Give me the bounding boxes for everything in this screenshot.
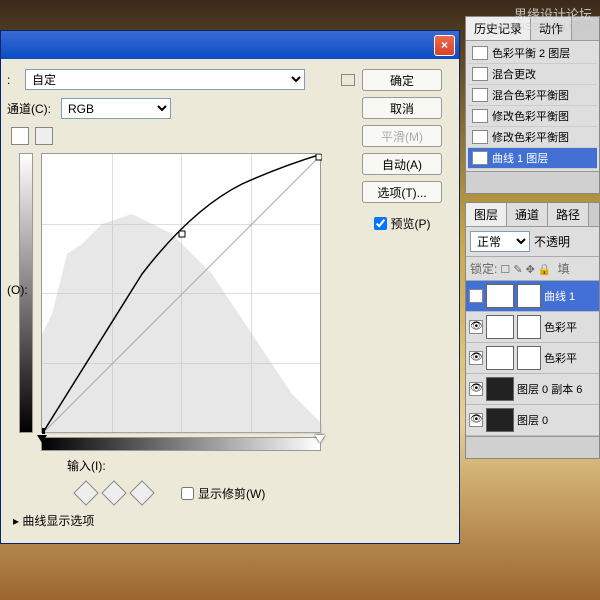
black-point-slider[interactable]	[37, 435, 47, 443]
layer-mask	[517, 284, 541, 308]
history-step-icon	[472, 67, 488, 81]
channel-select[interactable]: RGB	[61, 98, 171, 119]
history-item[interactable]: 混合更改	[468, 64, 597, 85]
history-step-icon	[472, 130, 488, 144]
preset-label: :	[7, 73, 21, 87]
preset-select[interactable]: 自定	[25, 69, 305, 90]
curve-svg	[42, 154, 322, 434]
gray-eyedropper-icon[interactable]	[101, 480, 126, 505]
history-step-icon	[472, 151, 488, 165]
blend-mode-select[interactable]: 正常	[470, 231, 530, 252]
show-clipping-checkbox[interactable]: 显示修剪(W)	[181, 485, 265, 502]
history-item[interactable]: 混合色彩平衡图	[468, 85, 597, 106]
history-footer	[466, 171, 599, 193]
input-label: 输入(I):	[67, 457, 106, 474]
white-point-slider[interactable]	[315, 435, 325, 443]
layer-row[interactable]: 👁图层 0 副本 6	[466, 374, 599, 405]
curve-display-options[interactable]: 曲线显示选项	[13, 512, 355, 529]
cancel-button[interactable]: 取消	[362, 97, 442, 119]
visibility-icon[interactable]: 👁	[469, 320, 483, 334]
options-button[interactable]: 选项(T)...	[362, 181, 442, 203]
curves-dialog: × : 自定 通道(C): RGB (O):	[0, 30, 460, 544]
layer-thumb	[486, 377, 514, 401]
layers-panel: 图层 通道 路径 正常 不透明 锁定: ☐ ✎ ✥ 🔒 填 👁曲线 1👁色彩平👁…	[465, 202, 600, 459]
history-item[interactable]: 修改色彩平衡图	[468, 106, 597, 127]
layer-mask	[517, 315, 541, 339]
lock-label: 锁定:	[470, 262, 497, 276]
layer-row[interactable]: 👁色彩平	[466, 343, 599, 374]
pencil-tool-icon[interactable]	[35, 127, 53, 145]
titlebar[interactable]: ×	[1, 31, 459, 59]
layer-row[interactable]: 👁曲线 1	[466, 281, 599, 312]
channel-label: 通道(C):	[7, 100, 57, 117]
visibility-icon[interactable]: 👁	[469, 289, 483, 303]
visibility-icon[interactable]: 👁	[469, 413, 483, 427]
layer-mask	[517, 346, 541, 370]
history-item[interactable]: 色彩平衡 2 图层	[468, 43, 597, 64]
preview-checkbox[interactable]: 预览(P)	[374, 215, 431, 232]
history-step-icon	[472, 88, 488, 102]
smooth-button: 平滑(M)	[362, 125, 442, 147]
watermark-text: 思缘设计论坛	[514, 4, 592, 23]
visibility-icon[interactable]: 👁	[469, 382, 483, 396]
history-panel: 历史记录 动作 色彩平衡 2 图层混合更改混合色彩平衡图修改色彩平衡图修改色彩平…	[465, 16, 600, 194]
visibility-icon[interactable]: 👁	[469, 351, 483, 365]
tab-paths[interactable]: 路径	[548, 203, 589, 226]
preset-menu-icon[interactable]	[341, 74, 355, 86]
layer-row[interactable]: 👁图层 0	[466, 405, 599, 436]
output-label: (O):	[7, 283, 28, 297]
layer-thumb	[486, 408, 514, 432]
black-eyedropper-icon[interactable]	[73, 480, 98, 505]
input-gradient	[41, 437, 321, 451]
ok-button[interactable]: 确定	[362, 69, 442, 91]
history-step-icon	[472, 109, 488, 123]
watermark-url: WWW.MISSYUAN.COM	[483, 22, 592, 33]
curve-grid[interactable]: (O):	[41, 153, 355, 433]
history-item[interactable]: 修改色彩平衡图	[468, 127, 597, 148]
history-item[interactable]: 曲线 1 图层	[468, 148, 597, 169]
close-icon[interactable]: ×	[434, 35, 455, 56]
layers-footer	[466, 436, 599, 458]
tab-layers[interactable]: 图层	[466, 203, 507, 226]
curve-tool-icon[interactable]	[11, 127, 29, 145]
layer-row[interactable]: 👁色彩平	[466, 312, 599, 343]
tab-channels[interactable]: 通道	[507, 203, 548, 226]
auto-button[interactable]: 自动(A)	[362, 153, 442, 175]
layer-thumb	[486, 284, 514, 308]
layer-thumb	[486, 315, 514, 339]
white-eyedropper-icon[interactable]	[129, 480, 154, 505]
layer-thumb	[486, 346, 514, 370]
opacity-label: 不透明	[534, 233, 570, 250]
history-step-icon	[472, 46, 488, 60]
